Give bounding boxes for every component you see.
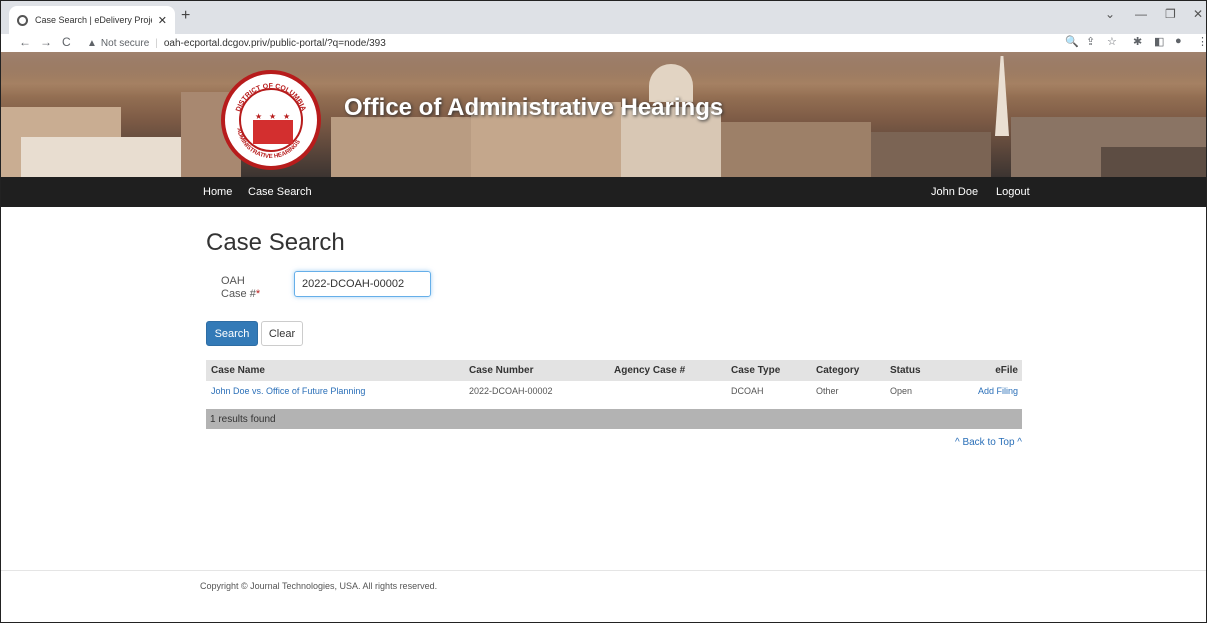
tab-search-icon[interactable]: ⌄ — [1105, 7, 1115, 21]
col-header-case-name[interactable]: Case Name — [211, 365, 265, 376]
copyright-text: Copyright © Journal Technologies, USA. A… — [200, 581, 438, 591]
case-number-input[interactable]: 2022-DCOAH-00002 — [294, 271, 431, 297]
banner-building — [721, 122, 871, 177]
bookmark-star-icon[interactable]: ☆ — [1107, 35, 1117, 48]
tab-title: Case Search | eDelivery Project — [35, 15, 152, 25]
restore-icon[interactable]: ❐ — [1165, 7, 1176, 21]
back-icon[interactable]: ← — [19, 35, 31, 49]
col-header-category[interactable]: Category — [816, 365, 859, 376]
dc-seal-logo: DISTRICT OF COLUMBIA ADMINISTRATIVE HEAR… — [221, 70, 321, 170]
clear-button[interactable]: Clear — [261, 321, 303, 346]
nav-user-link[interactable]: John Doe — [931, 186, 978, 198]
close-tab-icon[interactable]: ✕ — [158, 14, 167, 27]
col-header-case-type[interactable]: Case Type — [731, 365, 780, 376]
zoom-icon[interactable]: 🔍 — [1065, 35, 1079, 48]
share-icon[interactable]: ⇪ — [1086, 35, 1095, 48]
category-cell: Other — [816, 386, 839, 396]
nav-home-link[interactable]: Home — [203, 186, 232, 198]
nav-case-search-link[interactable]: Case Search — [248, 186, 312, 198]
case-name-link[interactable]: John Doe vs. Office of Future Planning — [211, 386, 365, 396]
browser-window: Case Search | eDelivery Project ✕ + ⌄ — … — [0, 0, 1207, 623]
footer-divider — [1, 570, 1206, 571]
col-header-agency-case[interactable]: Agency Case # — [614, 365, 685, 376]
site-banner: DISTRICT OF COLUMBIA ADMINISTRATIVE HEAR… — [1, 52, 1206, 177]
browser-toolbar: ← → C ▲ Not secure | oah-ecportal.dcgov.… — [1, 34, 1206, 52]
forward-icon[interactable]: → — [40, 35, 52, 49]
new-tab-button[interactable]: + — [181, 7, 190, 25]
warning-icon[interactable]: ▲ — [87, 38, 97, 49]
extensions-icon[interactable]: ✱ — [1133, 35, 1142, 48]
banner-building — [1101, 147, 1206, 177]
col-header-efile: eFile — [995, 365, 1018, 376]
search-button[interactable]: Search — [206, 321, 258, 346]
case-number-label-line2: Case # — [221, 288, 256, 300]
address-separator: | — [155, 37, 158, 49]
address-bar[interactable]: ▲ Not secure | oah-ecportal.dcgov.priv/p… — [87, 35, 1047, 51]
banner-building — [331, 117, 471, 177]
close-window-icon[interactable]: ✕ — [1193, 7, 1203, 21]
col-header-status[interactable]: Status — [890, 365, 921, 376]
case-type-cell: DCOAH — [731, 386, 764, 396]
status-cell: Open — [890, 386, 913, 396]
banner-building — [21, 137, 181, 177]
profile-icon[interactable]: ● — [1175, 35, 1182, 47]
add-filing-link[interactable]: Add Filing — [978, 386, 1018, 396]
security-label[interactable]: Not secure — [101, 38, 149, 49]
case-number-label: OAH Case #* — [221, 275, 260, 301]
col-header-case-number[interactable]: Case Number — [469, 365, 533, 376]
browser-tab[interactable]: Case Search | eDelivery Project ✕ — [9, 6, 175, 34]
results-count: 1 results found — [206, 409, 1022, 429]
case-number-cell: 2022-DCOAH-00002 — [469, 386, 553, 396]
table-row: John Doe vs. Office of Future Planning 2… — [206, 381, 1022, 402]
banner-sky — [1, 52, 1206, 97]
reload-icon[interactable]: C — [62, 35, 71, 49]
site-title: Office of Administrative Hearings — [344, 94, 724, 121]
minimize-icon[interactable]: — — [1135, 7, 1147, 21]
url-text[interactable]: oah-ecportal.dcgov.priv/public-portal/?q… — [164, 38, 386, 49]
seal-flag-bar — [253, 138, 293, 144]
globe-icon — [17, 14, 28, 26]
back-to-top-link[interactable]: ^ Back to Top ^ — [955, 437, 1022, 448]
results-table-header: Case Name Case Number Agency Case # Case… — [206, 360, 1022, 381]
seal-flag-bar — [253, 120, 293, 140]
menu-icon[interactable]: ⋮ — [1197, 35, 1206, 48]
nav-logout-link[interactable]: Logout — [996, 186, 1030, 198]
required-marker: * — [255, 288, 261, 300]
tab-strip: Case Search | eDelivery Project ✕ + ⌄ — … — [1, 1, 1206, 34]
page-title: Case Search — [206, 229, 345, 256]
seal-inner-ring: ★ ★ ★ — [239, 88, 303, 152]
main-nav: Home Case Search John Doe Logout — [1, 177, 1206, 207]
case-number-label-line1: OAH — [221, 275, 245, 287]
banner-building — [871, 132, 991, 177]
sidepanel-icon[interactable]: ◧ — [1154, 35, 1164, 48]
